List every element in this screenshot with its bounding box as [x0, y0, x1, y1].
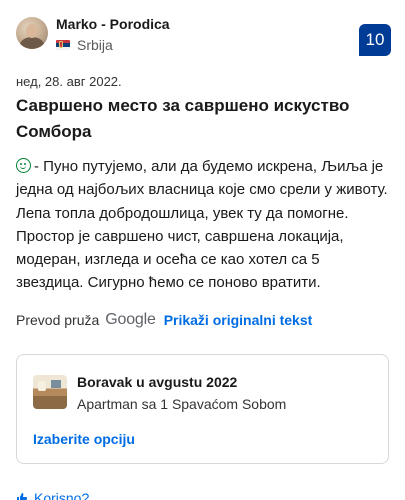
- review-score-badge: 10: [359, 24, 391, 56]
- reviewer-country: Srbija: [56, 37, 113, 53]
- choose-option-link[interactable]: Izaberite opciju: [33, 431, 135, 447]
- avatar: [16, 17, 48, 49]
- translation-row: Prevod pruža Google Prikaži originalni t…: [16, 311, 312, 329]
- reviewer-name: Marko - Porodica: [56, 16, 170, 32]
- google-logo: Google: [105, 311, 156, 328]
- room-type: Apartman sa 1 Spavaćom Sobom: [77, 396, 287, 412]
- country-label: Srbija: [77, 37, 113, 53]
- show-original-text-link[interactable]: Prikaži originalni tekst: [164, 312, 313, 328]
- stay-card: Boravak u avgustu 2022 Apartman sa 1 Spa…: [16, 354, 389, 464]
- helpful-button[interactable]: Korisno?: [16, 490, 89, 500]
- stay-title: Boravak u avgustu 2022: [77, 374, 238, 390]
- helpful-label: Korisno?: [34, 490, 90, 500]
- review-title: Савршено место за савршено искуство Сомб…: [16, 96, 350, 141]
- thumbs-up-icon: [17, 493, 28, 500]
- translation-label: Prevod pruža: [16, 312, 100, 328]
- review-positive-text-block: - Пуно путујемо, али да будемо искрена, …: [16, 155, 391, 295]
- review-date: нед, 28. авг 2022.: [16, 74, 122, 89]
- review-header: Marko - Porodica Srbija 10: [16, 14, 391, 62]
- room-thumbnail: [33, 375, 67, 409]
- review-positive-text: - Пуно путујемо, али да будемо искрена, …: [16, 158, 388, 292]
- smile-icon: [16, 158, 31, 173]
- serbia-flag-icon: [56, 40, 70, 50]
